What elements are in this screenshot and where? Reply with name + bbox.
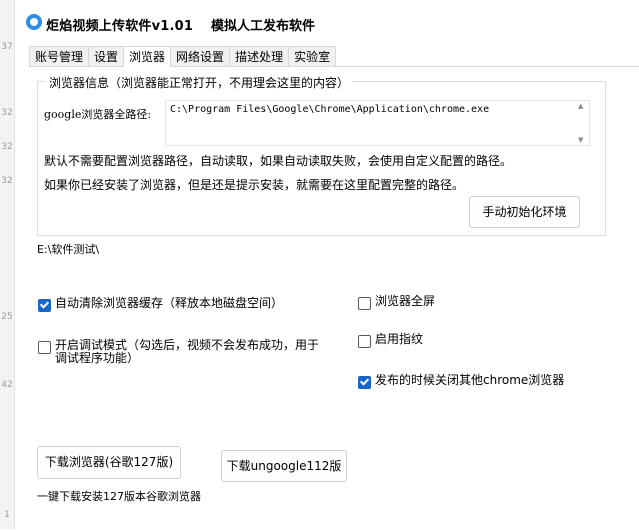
fingerprint-label: 启用指纹: [375, 332, 424, 346]
tab-bar: 账号管理 设置 浏览器 网络设置 描述处理 实验室: [29, 46, 337, 67]
app-logo-icon: [26, 14, 42, 30]
clear-cache-label: 自动清除浏览器缓存（释放本地磁盘空间）: [55, 296, 284, 310]
window-subtitle: 模拟人工发布软件: [211, 19, 316, 34]
tab-description[interactable]: 描述处理: [229, 46, 290, 66]
clear-cache-checkbox[interactable]: 自动清除浏览器缓存（释放本地磁盘空间）: [38, 297, 283, 312]
browser-info-group: 浏览器信息（浏览器能正常打开，不用理会这里的内容） google浏览器全路径: …: [37, 74, 606, 236]
install-path-text: E:\软件测试\: [37, 243, 100, 256]
debug-mode-checkbox[interactable]: 开启调试模式（勾选后，视频不会发布成功，用于调试程序功能）: [38, 339, 323, 365]
fullscreen-label: 浏览器全屏: [375, 294, 436, 308]
gutter-number: 42: [1, 380, 13, 390]
init-environment-button[interactable]: 手动初始化环境: [469, 196, 580, 228]
checkbox-unchecked-icon[interactable]: [38, 341, 51, 354]
window-title: 炬焰视频上传软件v1.01: [46, 19, 194, 34]
tab-browser[interactable]: 浏览器: [123, 46, 172, 67]
checkbox-unchecked-icon[interactable]: [358, 335, 371, 348]
checkbox-unchecked-icon[interactable]: [358, 297, 371, 310]
close-others-label: 发布的时候关闭其他chrome浏览器: [375, 373, 565, 387]
download-hint-text: 一键下载安装127版本谷歌浏览器: [37, 490, 201, 503]
gutter-number: 32: [1, 108, 13, 118]
scroll-up-icon[interactable]: ▲: [578, 102, 583, 110]
gutter-number: 25: [1, 312, 13, 322]
tab-lab[interactable]: 实验室: [288, 46, 337, 66]
debug-mode-label: 开启调试模式（勾选后，视频不会发布成功，用于调试程序功能）: [55, 338, 320, 365]
background-window-gutter: 37 32 32 32 25 42 1: [0, 0, 15, 529]
gutter-number: 32: [1, 176, 13, 186]
fingerprint-checkbox[interactable]: 启用指纹: [358, 333, 423, 348]
browser-path-label: google浏览器全路径:: [44, 108, 152, 121]
tab-settings[interactable]: 设置: [88, 46, 125, 66]
checkbox-checked-icon[interactable]: [38, 299, 51, 312]
gutter-number: 32: [1, 142, 13, 152]
gutter-number: 1: [4, 510, 10, 520]
browser-path-input[interactable]: C:\Program Files\Google\Chrome\Applicati…: [165, 100, 590, 146]
group-legend: 浏览器信息（浏览器能正常打开，不用理会这里的内容）: [46, 74, 353, 91]
close-others-checkbox[interactable]: 发布的时候关闭其他chrome浏览器: [358, 374, 564, 389]
browser-note-2: 如果你已经安装了浏览器，但是还是提示安装，就需要在这里配置完整的路径。: [44, 178, 465, 192]
download-chrome-button[interactable]: 下载浏览器(谷歌127版): [37, 446, 181, 479]
browser-note-1: 默认不需要配置浏览器路径，自动读取，如果自动读取失败，会使用自定义配置的路径。: [44, 154, 513, 168]
tab-accounts[interactable]: 账号管理: [29, 46, 90, 66]
title-bar[interactable]: 炬焰视频上传软件v1.01 模拟人工发布软件: [15, 0, 639, 44]
checkbox-checked-icon[interactable]: [358, 376, 371, 389]
download-ungoogle-button[interactable]: 下载ungoogle112版: [221, 450, 347, 482]
browser-tab-panel: 浏览器信息（浏览器能正常打开，不用理会这里的内容） google浏览器全路径: …: [29, 66, 639, 530]
app-window: 炬焰视频上传软件v1.01 模拟人工发布软件 账号管理 设置 浏览器 网络设置 …: [15, 0, 639, 530]
scroll-down-icon[interactable]: ▼: [578, 136, 583, 144]
gutter-number: 37: [1, 42, 13, 52]
tab-network[interactable]: 网络设置: [170, 46, 231, 66]
fullscreen-checkbox[interactable]: 浏览器全屏: [358, 295, 435, 310]
path-field-scrollbar[interactable]: ▲ ▼: [575, 101, 589, 145]
